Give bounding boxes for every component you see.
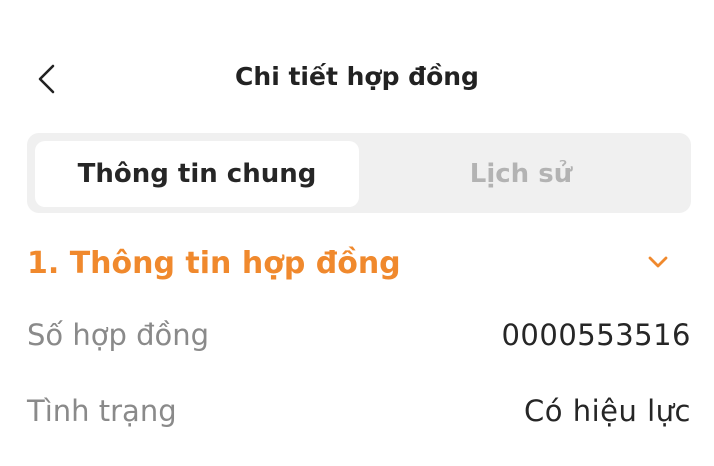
page-title: Chi tiết hợp đồng [235, 62, 479, 91]
field-value: 0000553516 [501, 318, 691, 352]
contract-detail-screen: Chi tiết hợp đồng Thông tin chung Lịch s… [0, 0, 714, 466]
field-row-contract-number: Số hợp đồng 0000553516 [27, 312, 691, 360]
field-label: Tình trạng [27, 394, 177, 428]
field-row-status: Tình trạng Có hiệu lực [27, 388, 691, 436]
field-value: Có hiệu lực [524, 394, 691, 428]
top-bar: Chi tiết hợp đồng [0, 46, 714, 110]
segmented-tabs: Thông tin chung Lịch sử [27, 133, 691, 213]
tab-history[interactable]: Lịch sử [359, 141, 683, 207]
chevron-down-icon [648, 256, 668, 268]
section-title: 1. Thông tin hợp đồng [27, 246, 401, 281]
field-label: Số hợp đồng [27, 318, 210, 352]
tab-general-info[interactable]: Thông tin chung [35, 141, 359, 207]
section-contract-info-header[interactable]: 1. Thông tin hợp đồng [27, 240, 691, 292]
